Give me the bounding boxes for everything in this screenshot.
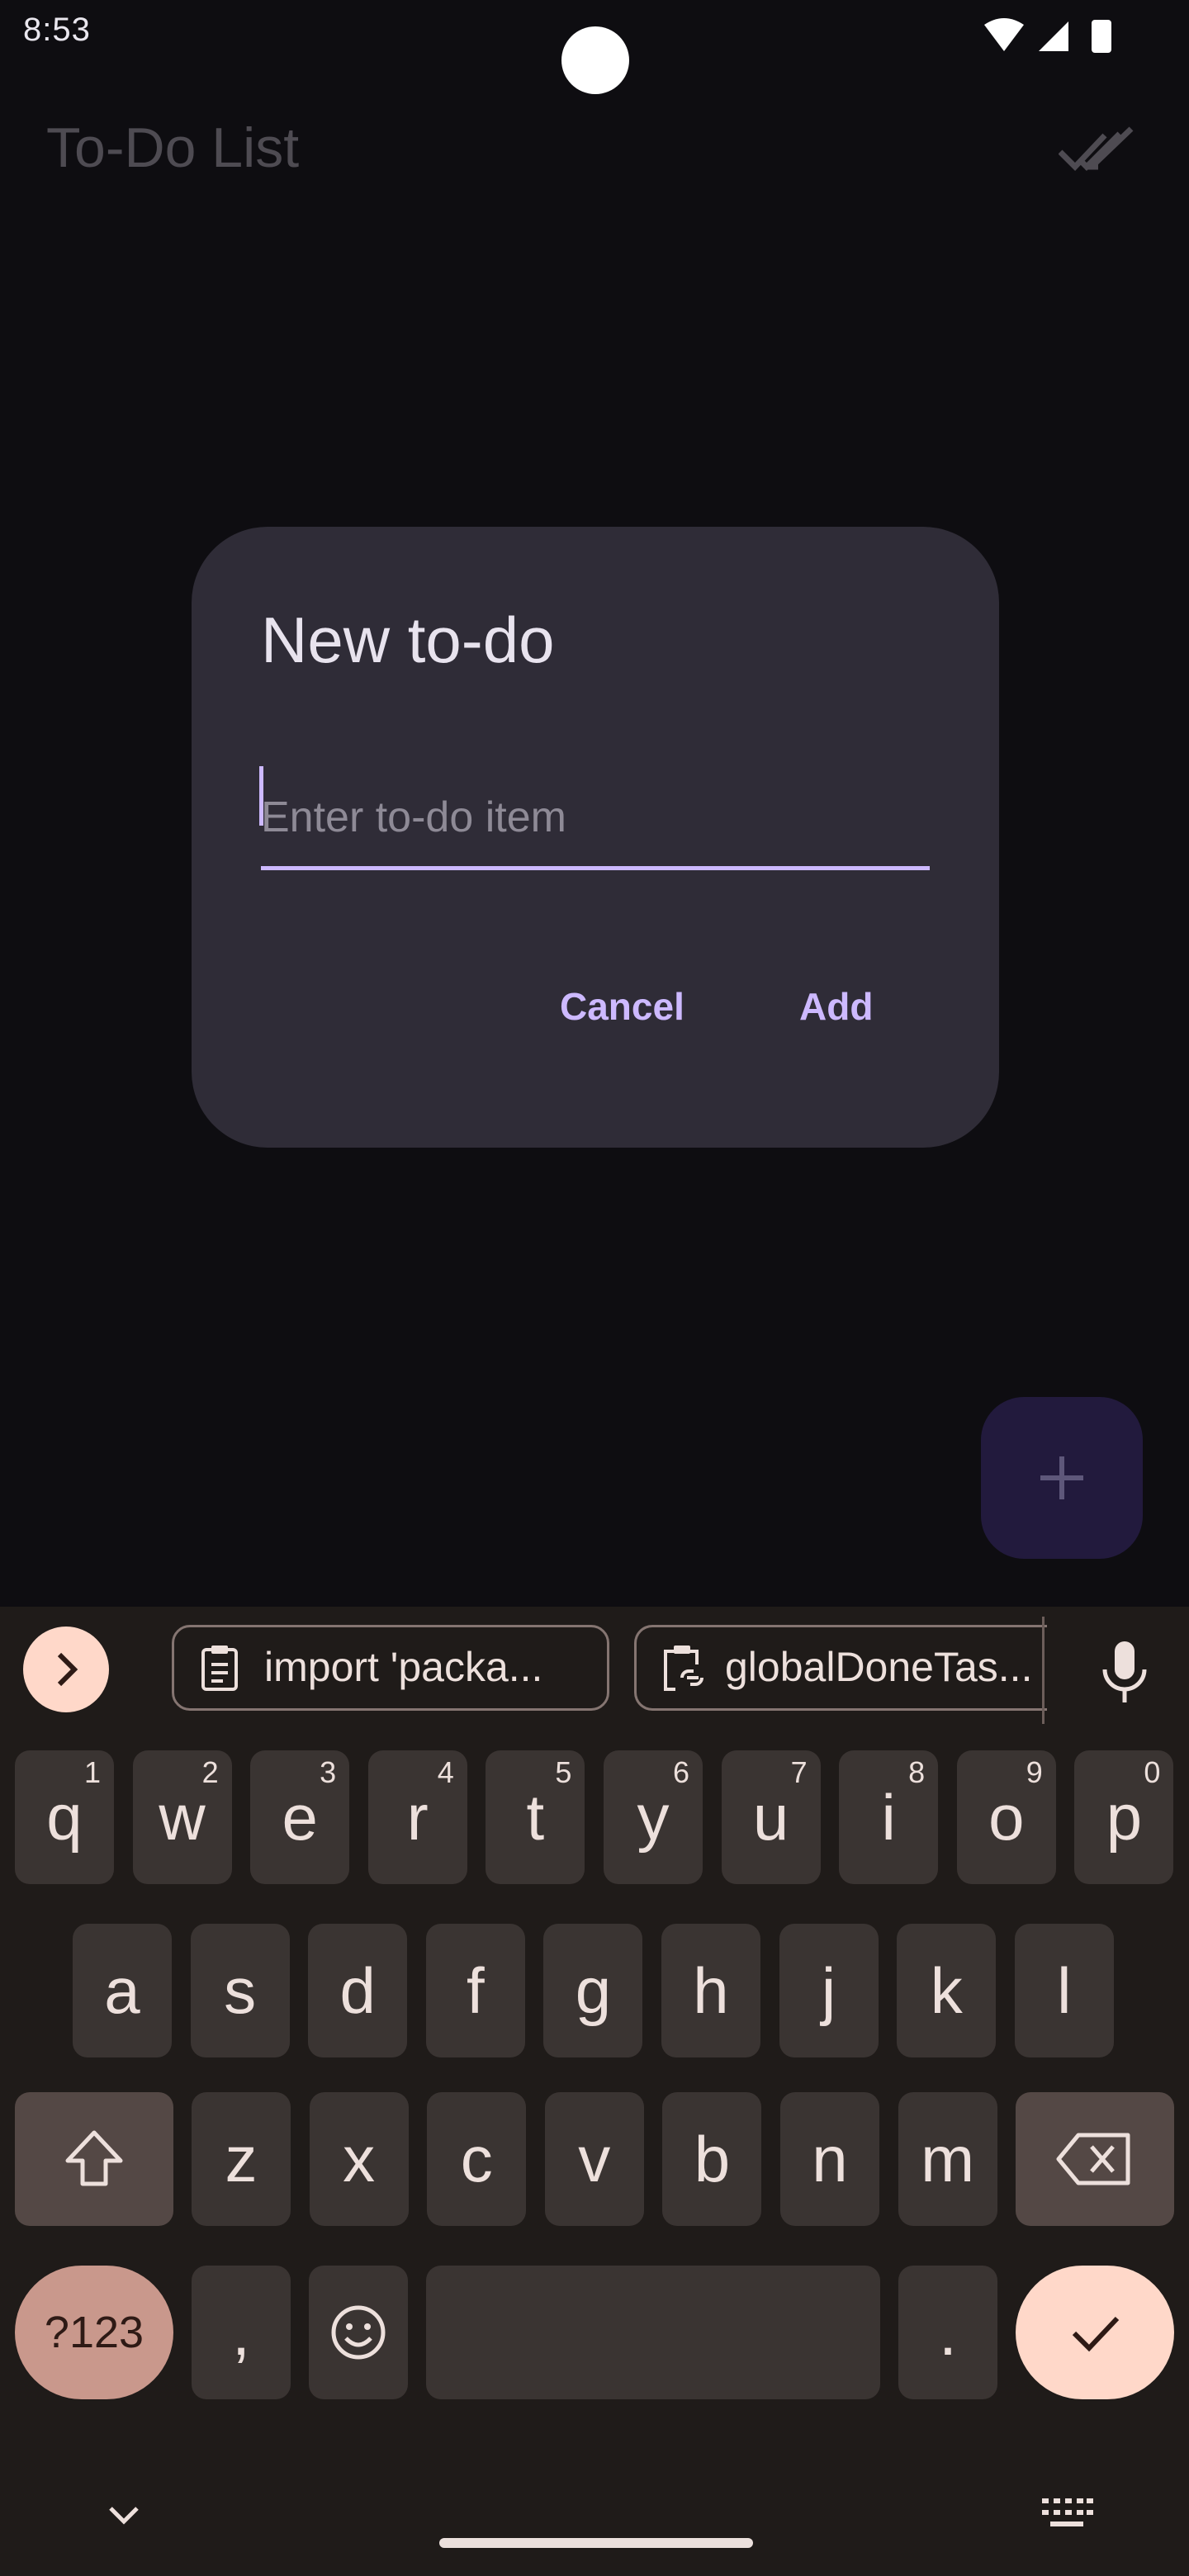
key-label: w (159, 1780, 206, 1854)
key-b[interactable]: b (662, 2092, 762, 2226)
key-label: e (282, 1780, 318, 1854)
key-p[interactable]: p0 (1074, 1750, 1174, 1884)
key-label: t (526, 1780, 545, 1854)
key-x[interactable]: x (309, 2092, 409, 2226)
key-v[interactable]: v (544, 2092, 644, 2226)
key-o[interactable]: o9 (956, 1750, 1056, 1884)
period-key[interactable]: . (898, 2266, 997, 2399)
done-all-icon[interactable] (1059, 124, 1138, 177)
key-j[interactable]: j (779, 1924, 879, 2057)
key-label: o (988, 1780, 1025, 1854)
chevron-right-icon (57, 1652, 78, 1687)
key-i[interactable]: i8 (839, 1750, 939, 1884)
key-hint: 1 (83, 1755, 101, 1789)
key-f[interactable]: f (425, 1924, 525, 2057)
emoji-key[interactable] (309, 2266, 408, 2399)
key-m[interactable]: m (898, 2092, 997, 2226)
key-z[interactable]: z (192, 2092, 291, 2226)
gesture-nav-bar[interactable] (439, 2538, 753, 2548)
microphone-icon[interactable] (1088, 1635, 1161, 1707)
backspace-key[interactable] (1016, 2092, 1174, 2226)
camera-cutout (561, 26, 629, 94)
key-hint: 9 (1026, 1755, 1043, 1789)
backspace-icon (1056, 2133, 1130, 2185)
key-hint: 6 (672, 1755, 689, 1789)
clipboard-chip-1-text: import 'packa... (264, 1644, 543, 1690)
key-label: q (46, 1780, 83, 1854)
checkmark-icon (1072, 2316, 1120, 2352)
key-w[interactable]: w2 (132, 1750, 232, 1884)
key-g[interactable]: g (543, 1924, 643, 2057)
plus-icon (1040, 1456, 1083, 1499)
status-time: 8:53 (23, 12, 91, 48)
clipboard-chip-2-text: globalDoneTas... (725, 1644, 1033, 1690)
enter-key[interactable] (1016, 2266, 1174, 2399)
status-icons (984, 18, 1111, 53)
chip-divider (1042, 1617, 1045, 1724)
key-label: i (881, 1780, 896, 1854)
text-cursor (259, 766, 263, 826)
key-u[interactable]: u7 (721, 1750, 821, 1884)
emoji-icon (331, 2305, 386, 2360)
key-d[interactable]: d (308, 1924, 408, 2057)
keyboard-icon[interactable] (1039, 2490, 1095, 2540)
space-key[interactable] (426, 2266, 880, 2399)
key-s[interactable]: s (190, 1924, 290, 2057)
key-hint: 4 (437, 1755, 454, 1789)
key-hint: 5 (555, 1755, 572, 1789)
key-hint: 0 (1144, 1755, 1161, 1789)
shift-key[interactable] (15, 2092, 173, 2226)
key-hint: 7 (790, 1755, 808, 1789)
clipboard-icon (201, 1646, 238, 1691)
key-y[interactable]: y6 (604, 1750, 703, 1884)
key-hint: 2 (201, 1755, 219, 1789)
clipboard-link-icon (664, 1646, 703, 1691)
comma-key[interactable]: , (192, 2266, 291, 2399)
page-title: To-Do List (46, 116, 300, 179)
signal-icon (1039, 21, 1068, 51)
chevron-down-icon[interactable] (99, 2490, 149, 2540)
key-label: p (1106, 1780, 1143, 1854)
key-label: r (406, 1780, 429, 1854)
key-c[interactable]: c (427, 2092, 527, 2226)
key-l[interactable]: l (1014, 1924, 1114, 2057)
key-n[interactable]: n (780, 2092, 879, 2226)
todo-item-input[interactable] (261, 768, 930, 870)
cancel-button[interactable]: Cancel (560, 984, 685, 1029)
key-e[interactable]: e3 (250, 1750, 350, 1884)
key-hint: 3 (320, 1755, 337, 1789)
symbols-key[interactable]: ?123 (15, 2266, 173, 2399)
add-button[interactable]: Add (799, 984, 873, 1029)
key-label: y (637, 1780, 670, 1854)
key-k[interactable]: k (897, 1924, 997, 2057)
key-a[interactable]: a (73, 1924, 172, 2057)
wifi-icon (984, 18, 1024, 51)
key-t[interactable]: t5 (486, 1750, 585, 1884)
key-hint: 8 (908, 1755, 926, 1789)
key-r[interactable]: r4 (367, 1750, 467, 1884)
key-q[interactable]: q1 (15, 1750, 114, 1884)
key-h[interactable]: h (661, 1924, 760, 2057)
battery-icon (1092, 20, 1111, 53)
dialog-title: New to-do (261, 604, 555, 676)
key-label: u (752, 1780, 789, 1854)
shift-icon (65, 2130, 123, 2186)
